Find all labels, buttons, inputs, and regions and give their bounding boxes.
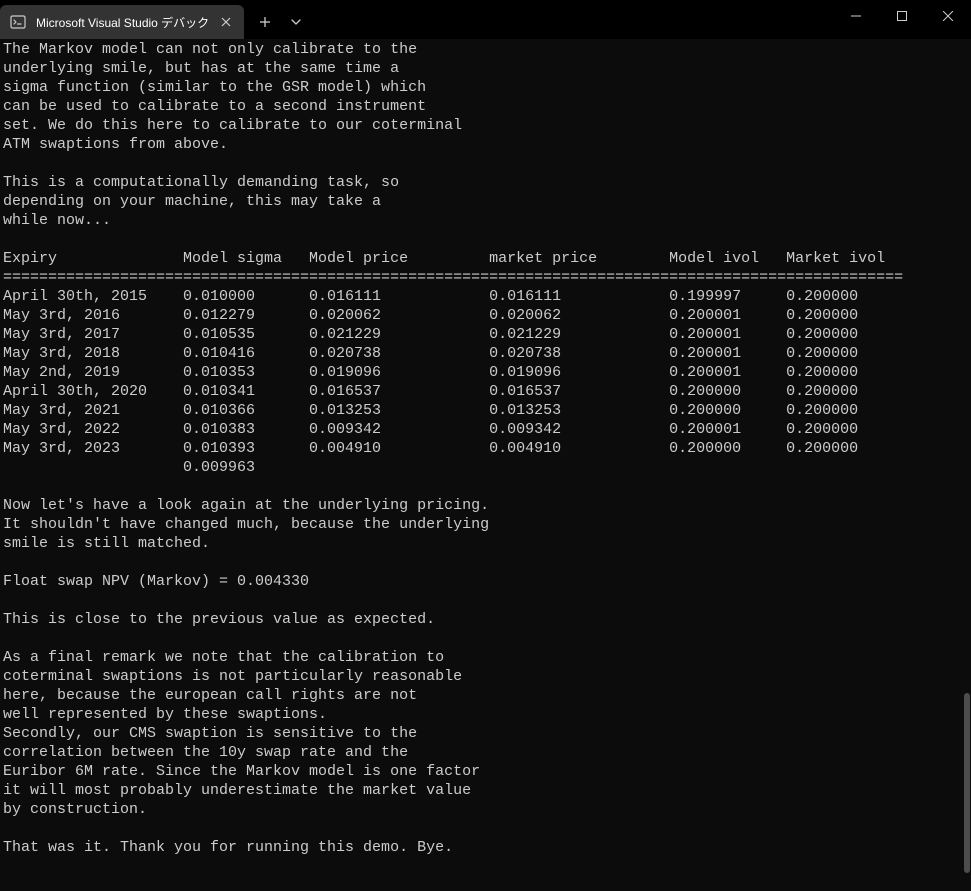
table-header: Expiry Model sigma Model price market pr… — [3, 250, 885, 267]
output-para5: As a final remark we note that the calib… — [3, 649, 480, 818]
terminal-output: The Markov model can not only calibrate … — [3, 40, 968, 857]
table-row: April 30th, 2020 0.010341 0.016537 0.016… — [3, 383, 858, 400]
table-row: April 30th, 2015 0.010000 0.016111 0.016… — [3, 288, 858, 305]
table-row: May 3rd, 2022 0.010383 0.009342 0.009342… — [3, 421, 858, 438]
terminal-icon — [10, 14, 26, 30]
table-row: May 3rd, 2023 0.010393 0.004910 0.004910… — [3, 440, 858, 457]
table-separator: ========================================… — [3, 269, 903, 286]
tab-close-button[interactable] — [218, 14, 234, 30]
output-para2: This is a computationally demanding task… — [3, 174, 399, 229]
new-tab-button[interactable] — [248, 5, 282, 39]
table-row: May 3rd, 2018 0.010416 0.020738 0.020738… — [3, 345, 858, 362]
table-row: May 2nd, 2019 0.010353 0.019096 0.019096… — [3, 364, 858, 381]
output-para6: That was it. Thank you for running this … — [3, 839, 453, 856]
tab-title: Microsoft Visual Studio デバック — [36, 14, 210, 31]
output-para3: Now let's have a look again at the under… — [3, 497, 489, 552]
output-para4: This is close to the previous value as e… — [3, 611, 435, 628]
table-row: May 3rd, 2016 0.012279 0.020062 0.020062… — [3, 307, 858, 324]
titlebar: Microsoft Visual Studio デバック — [0, 0, 971, 39]
table-row: May 3rd, 2021 0.010366 0.013253 0.013253… — [3, 402, 858, 419]
terminal-area[interactable]: The Markov model can not only calibrate … — [0, 39, 971, 891]
table-row: May 3rd, 2017 0.010535 0.021229 0.021229… — [3, 326, 858, 343]
output-npv: Float swap NPV (Markov) = 0.004330 — [3, 573, 309, 590]
maximize-button[interactable] — [879, 0, 925, 32]
close-window-button[interactable] — [925, 0, 971, 32]
output-para1: The Markov model can not only calibrate … — [3, 41, 462, 153]
tab-active[interactable]: Microsoft Visual Studio デバック — [0, 5, 244, 39]
tab-dropdown-button[interactable] — [282, 5, 310, 39]
window-controls — [833, 0, 971, 32]
scrollbar-vertical[interactable] — [959, 39, 971, 891]
scrollbar-thumb[interactable] — [964, 693, 970, 873]
minimize-button[interactable] — [833, 0, 879, 32]
table-row: 0.009963 — [3, 459, 255, 476]
